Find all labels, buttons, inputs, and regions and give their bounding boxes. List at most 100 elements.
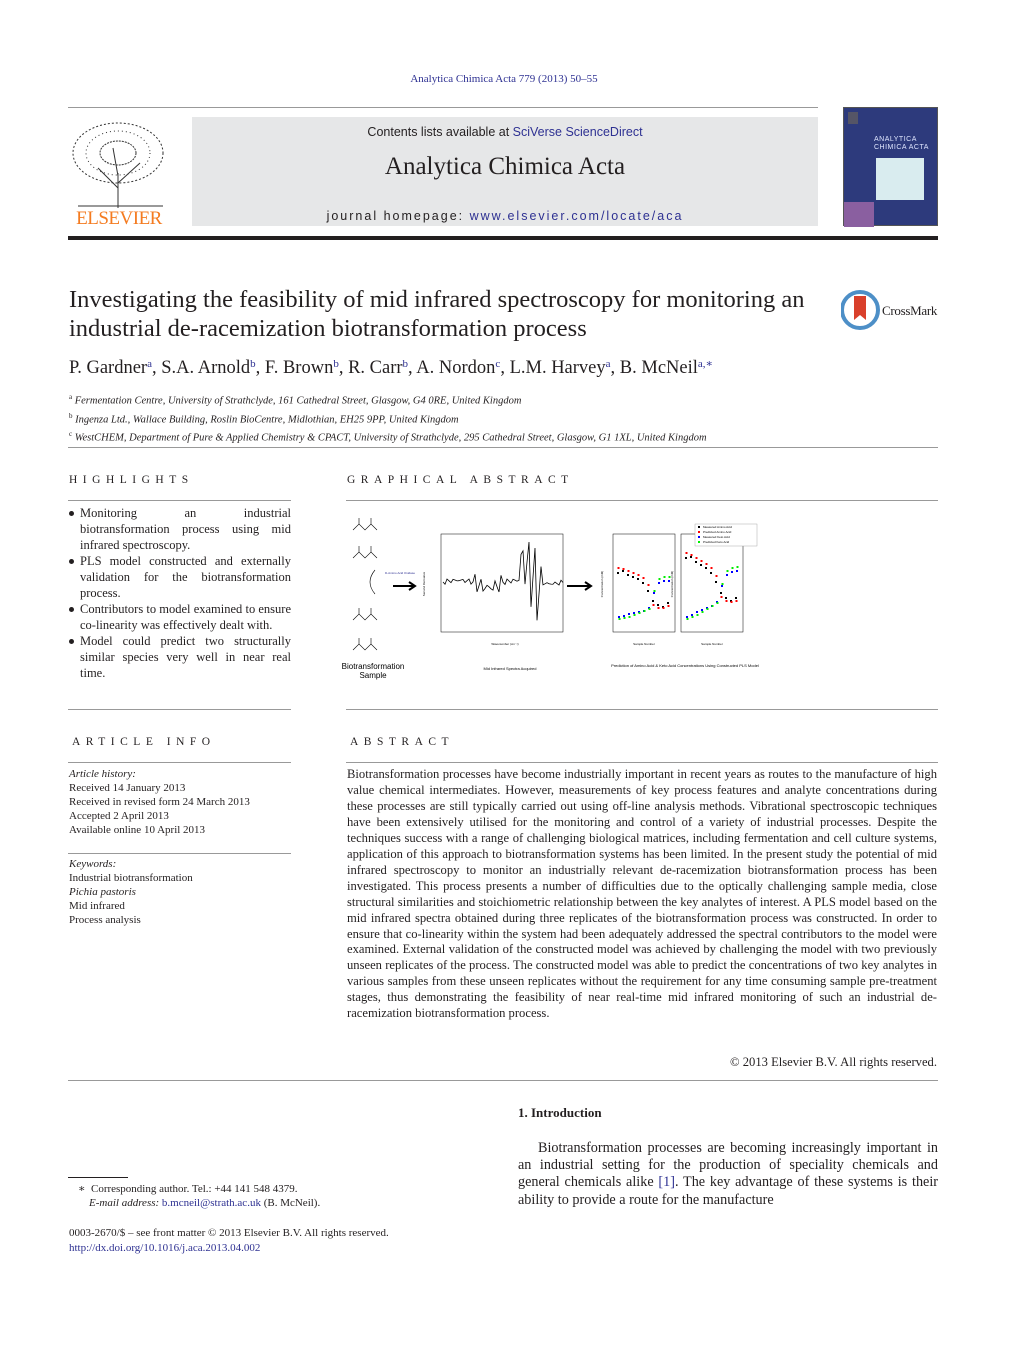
author-affiliation-marker[interactable]: b	[403, 358, 409, 370]
highlight-item: Contributors to model examined to ensure…	[69, 601, 291, 633]
email-link[interactable]: b.mcneil@strath.ac.uk	[162, 1197, 261, 1209]
legend-marker	[698, 536, 700, 538]
data-point	[735, 597, 737, 599]
data-point	[695, 561, 697, 563]
email-label: E-mail address:	[89, 1197, 160, 1209]
journal-title: Analytica Chimica Acta	[384, 153, 626, 180]
data-point	[700, 564, 702, 566]
graphical-abstract-heading: GRAPHICAL ABSTRACT	[347, 474, 574, 486]
data-point	[622, 568, 625, 570]
affiliation: c WestCHEM, Department of Pure & Applied…	[69, 427, 707, 446]
legend-marker	[698, 531, 700, 533]
data-point	[663, 580, 665, 582]
elsevier-logo[interactable]: ELSEVIER	[68, 118, 170, 230]
author[interactable]: S.A. Arnoldb	[161, 358, 255, 378]
data-point	[731, 567, 734, 569]
corresponding-author-footnote: ∗ Corresponding author. Tel.: +44 141 54…	[78, 1182, 320, 1210]
spectrum-xlabel: Wavenumber (cm⁻¹)	[491, 642, 518, 646]
data-point	[637, 574, 640, 576]
journal-cover[interactable]: ANALYTICA CHIMICA ACTA	[843, 107, 938, 227]
footnote-line: ∗ Corresponding author. Tel.: +44 141 54…	[78, 1182, 320, 1196]
author-affiliation-marker[interactable]: a	[147, 358, 152, 370]
data-point	[622, 570, 624, 572]
journal-reference-link[interactable]: Analytica Chimica Acta 779 (2013) 50–55	[410, 73, 597, 85]
data-point	[690, 554, 693, 556]
graphical-abstract-figure[interactable]: D-Amino Acid Oxidase Wavenumber (cm⁻¹) S…	[345, 512, 765, 682]
oxidase-label: D-Amino Acid Oxidase	[385, 571, 415, 575]
scatter-xlabel-right: Sample Number	[701, 642, 723, 646]
crossmark-icon	[841, 290, 880, 330]
data-point	[643, 610, 646, 612]
author-affiliation-marker[interactable]: a	[606, 358, 611, 370]
spectrum-line	[442, 542, 564, 621]
arrow-icon	[393, 581, 417, 591]
reaction-arrow	[369, 569, 376, 595]
affiliations: a Fermentation Centre, University of Str…	[69, 390, 707, 446]
contents-line: Contents lists available at SciVerse Sci…	[192, 125, 818, 139]
data-point	[633, 614, 636, 616]
scatter-points	[617, 552, 739, 620]
data-point	[721, 585, 723, 587]
author[interactable]: B. McNeila,∗	[620, 358, 713, 378]
data-point	[725, 597, 727, 599]
data-point	[652, 600, 654, 602]
journal-header: Contents lists available at SciVerse Sci…	[192, 117, 818, 226]
scatter-xlabel-left: Sample Number	[633, 642, 655, 646]
legend-label: Predicted Keto Acid	[703, 540, 730, 544]
author-affiliation-marker[interactable]: c	[495, 358, 500, 370]
data-point	[653, 592, 655, 594]
data-point	[690, 556, 692, 558]
highlight-item: PLS model constructed and externally val…	[69, 553, 291, 601]
data-point	[715, 575, 718, 577]
data-point	[632, 572, 635, 574]
data-point	[642, 577, 645, 579]
reference-link[interactable]: [1]	[658, 1174, 675, 1190]
divider	[346, 500, 938, 501]
data-point	[627, 570, 630, 572]
author[interactable]: F. Brownb	[265, 358, 339, 378]
divider	[68, 500, 291, 501]
chemical-structures	[352, 518, 378, 651]
data-point	[691, 616, 694, 618]
caption-right: Prediction of Amino Acid & Keto Acid Con…	[611, 663, 759, 668]
crossmark-badge[interactable]: CrossMark	[841, 290, 941, 330]
data-point	[662, 607, 665, 609]
molecule-structure	[352, 608, 378, 621]
data-point	[715, 581, 717, 583]
highlights-heading: HIGHLIGHTS	[69, 474, 194, 486]
divider	[68, 762, 291, 763]
author[interactable]: L.M. Harveya	[510, 358, 611, 378]
arrow-icon	[567, 581, 593, 591]
data-point	[618, 616, 620, 618]
legend-label: Measured Keto Acid	[703, 535, 730, 539]
affiliation-marker: b	[69, 411, 73, 420]
author[interactable]: A. Nordonc	[416, 358, 500, 378]
crossmark-label: CrossMark	[882, 303, 938, 318]
homepage-link[interactable]: www.elsevier.com/locate/aca	[470, 209, 684, 223]
doi-link[interactable]: http://dx.doi.org/10.1016/j.aca.2013.04.…	[69, 1242, 260, 1254]
data-point	[632, 576, 634, 578]
sciencedirect-link[interactable]: SciVerse ScienceDirect	[513, 125, 643, 139]
data-point	[642, 582, 644, 584]
keyword: Mid infrared	[69, 900, 125, 912]
data-point	[725, 600, 728, 602]
history-item: Received 14 January 2013	[69, 782, 186, 794]
data-point	[726, 570, 729, 572]
caption-left: Biotransformation Sample	[340, 662, 406, 680]
caption-middle: Mid Infrared Spectra Acquired	[484, 666, 537, 671]
author-affiliation-marker[interactable]: b	[250, 358, 256, 370]
legend-label: Predicted Amino Acid	[703, 530, 732, 534]
author-affiliation-marker[interactable]: b	[333, 358, 339, 370]
data-point	[696, 614, 699, 616]
journal-reference[interactable]: Analytica Chimica Acta 779 (2013) 50–55	[0, 73, 1008, 85]
affiliation-marker: a	[69, 393, 73, 401]
affiliation-text: WestCHEM, Department of Pure & Applied C…	[74, 432, 707, 444]
data-point	[648, 608, 651, 610]
author[interactable]: P. Gardnera	[69, 358, 152, 378]
author-affiliation-marker[interactable]: a,∗	[698, 358, 713, 370]
email-suffix: (B. McNeil).	[260, 1197, 321, 1209]
highlight-item: Model could predict two structurally sim…	[69, 633, 291, 681]
molecule-structure	[352, 518, 378, 531]
author[interactable]: R. Carrb	[348, 358, 408, 378]
affiliation: a Fermentation Centre, University of Str…	[69, 390, 707, 409]
